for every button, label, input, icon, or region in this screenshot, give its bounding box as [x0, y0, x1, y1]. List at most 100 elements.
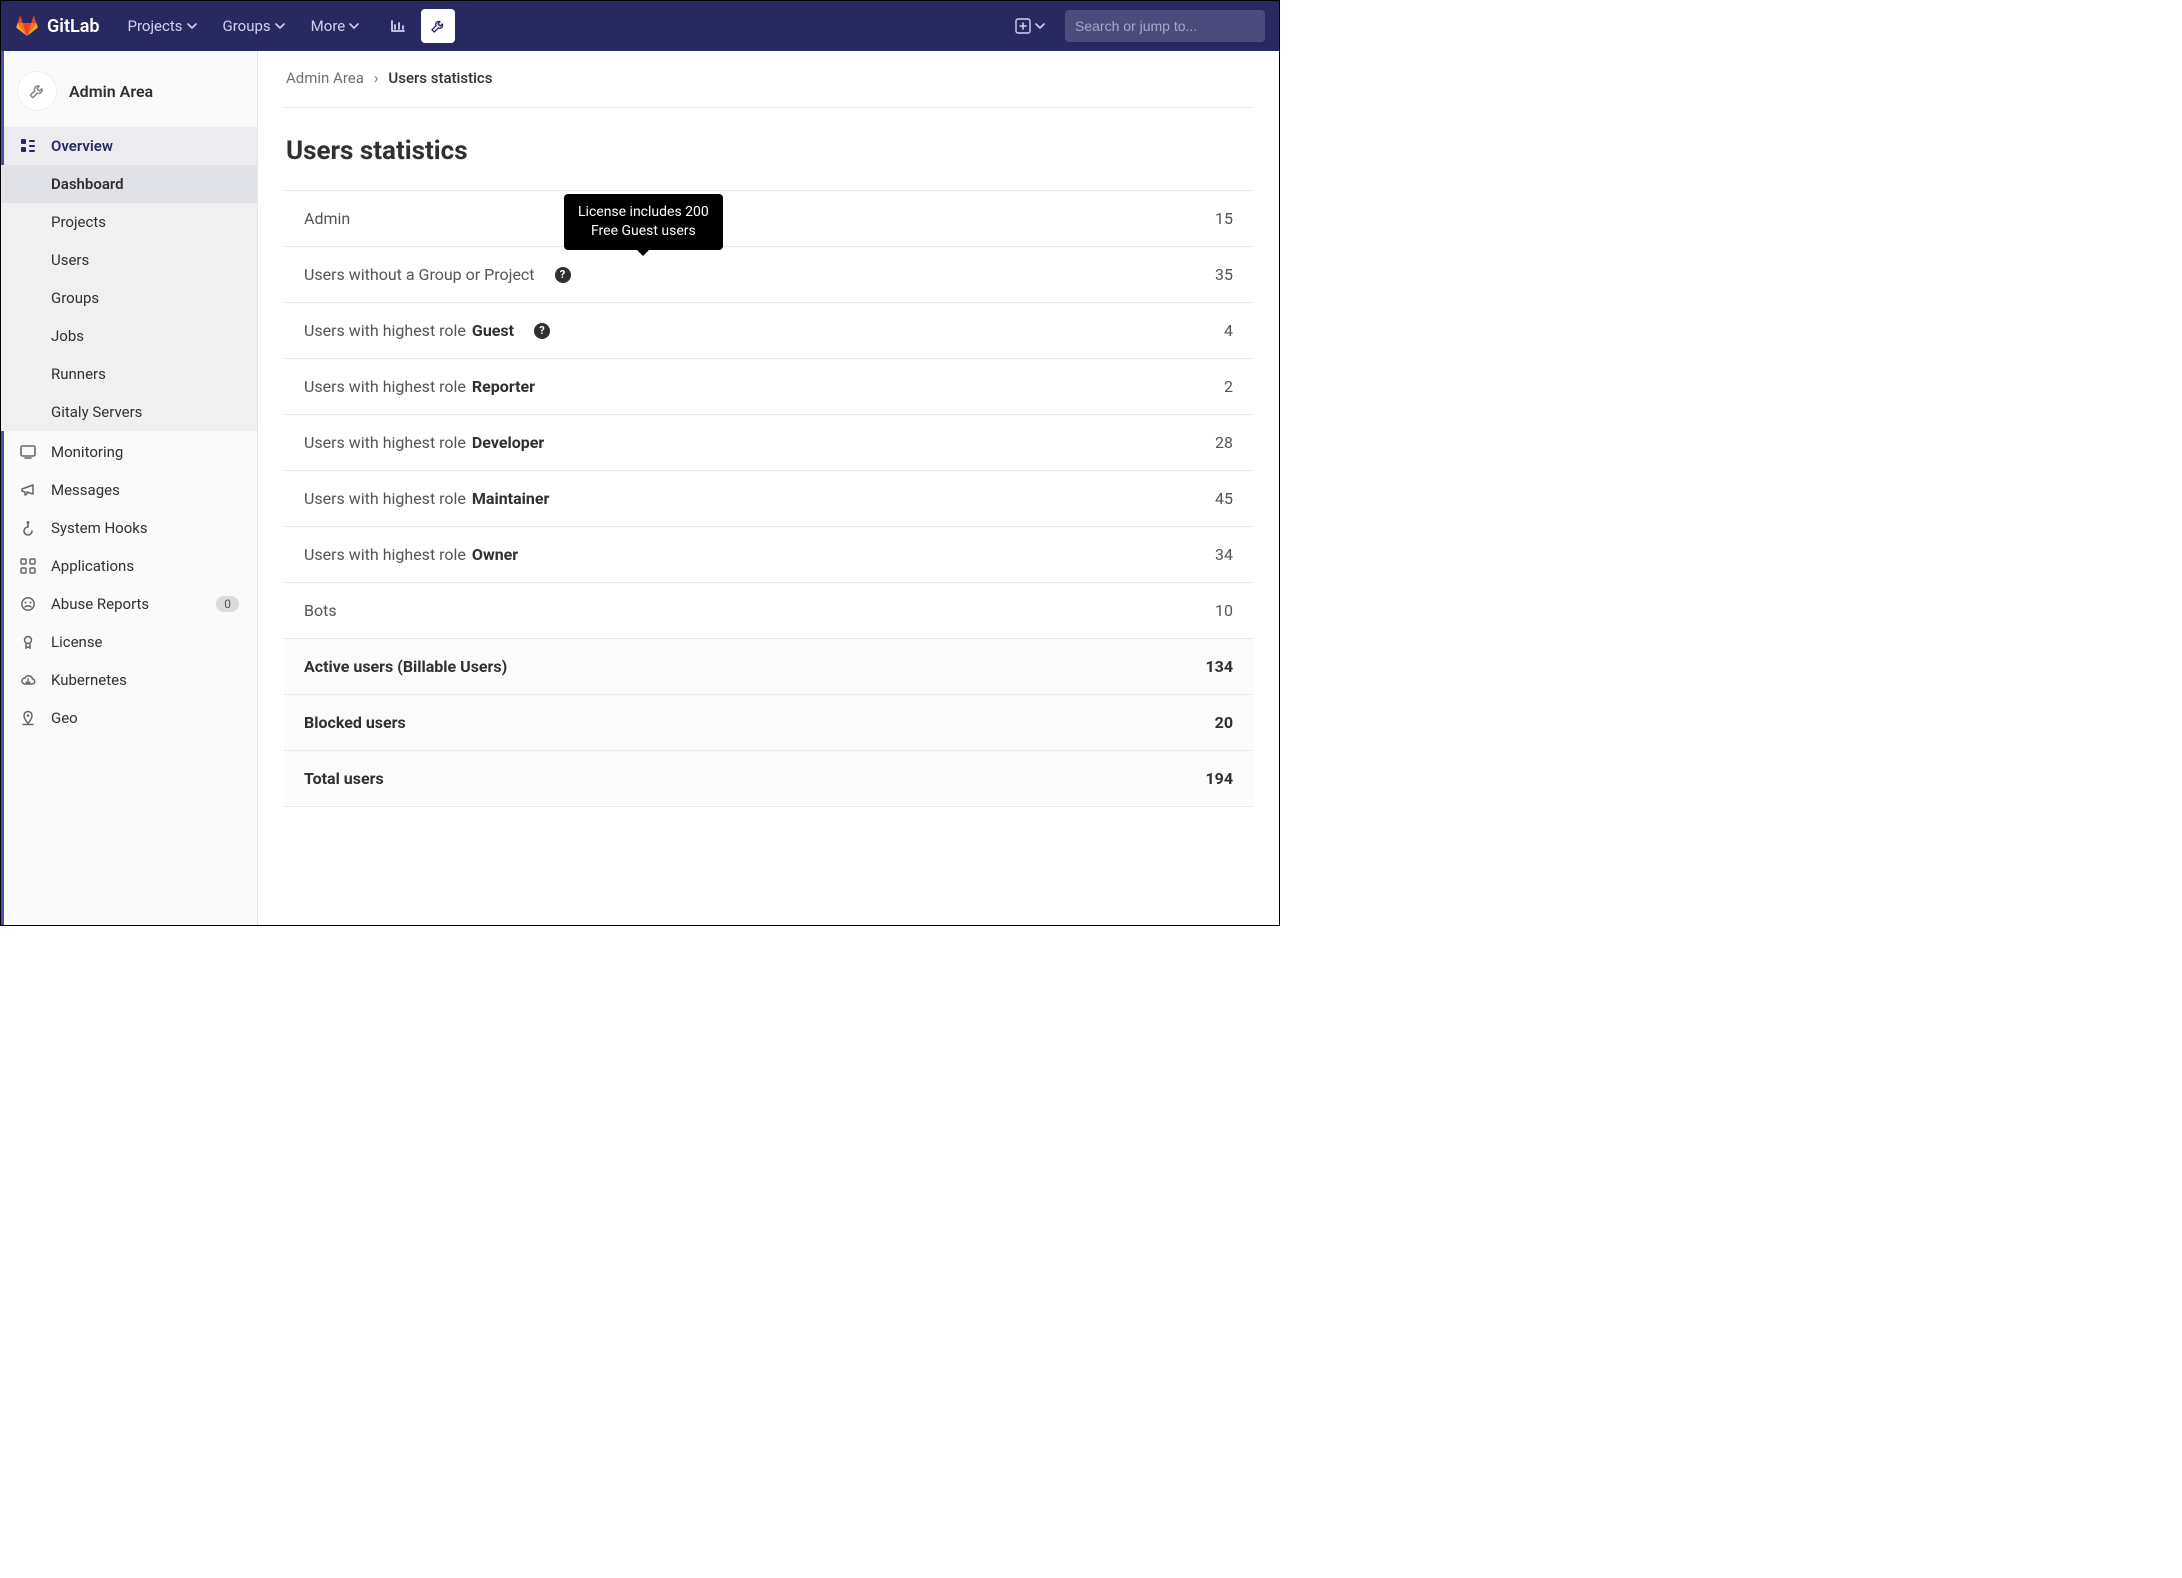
- sidebar-sub-groups[interactable]: Groups: [1, 279, 257, 317]
- nav-new-button[interactable]: [1009, 14, 1051, 38]
- sidebar-sub-projects[interactable]: Projects: [1, 203, 257, 241]
- nav-admin-icon[interactable]: [421, 9, 455, 43]
- sidebar-item-license[interactable]: License: [1, 623, 257, 661]
- stat-label-role: Developer: [472, 433, 544, 452]
- sidebar-sub-label: Dashboard: [51, 175, 124, 193]
- stat-label-role: Guest: [472, 321, 514, 340]
- chevron-down-icon: [187, 21, 197, 31]
- sidebar-item-messages[interactable]: Messages: [1, 471, 257, 509]
- breadcrumb-root[interactable]: Admin Area: [286, 69, 364, 87]
- stat-row-admin: Admin 15: [284, 191, 1253, 247]
- sidebar-sub-dashboard[interactable]: Dashboard: [1, 165, 257, 203]
- brand-logo[interactable]: GitLab: [15, 14, 100, 38]
- wrench-icon: [429, 17, 447, 35]
- stat-label: Bots: [304, 601, 337, 620]
- stats-table: Admin 15 Users without a Group or Projec…: [284, 190, 1253, 807]
- tooltip: License includes 200 Free Guest users: [564, 194, 723, 250]
- overview-icon: [19, 137, 37, 155]
- nav-groups-label: Groups: [223, 17, 271, 35]
- sidebar-header[interactable]: Admin Area: [1, 61, 257, 125]
- help-icon[interactable]: ?: [555, 267, 571, 283]
- chart-icon: [389, 17, 407, 35]
- stat-label: Users with highest role Developer: [304, 433, 544, 452]
- sidebar-sub-label: Runners: [51, 365, 106, 383]
- sidebar-item-label: Applications: [51, 557, 134, 575]
- chevron-down-icon: [1035, 21, 1045, 31]
- stat-label-role: Owner: [472, 545, 518, 564]
- sidebar-item-applications[interactable]: Applications: [1, 547, 257, 585]
- stat-row-reporter: Users with highest role Reporter 2: [284, 359, 1253, 415]
- stat-row-maintainer: Users with highest role Maintainer 45: [284, 471, 1253, 527]
- sidebar-item-label: Monitoring: [51, 443, 123, 461]
- stat-label: Users with highest role Maintainer: [304, 489, 549, 508]
- stat-label-text: Users without a Group or Project: [304, 265, 535, 284]
- sidebar-sub-gitaly[interactable]: Gitaly Servers: [1, 393, 257, 431]
- stat-label: Total users: [304, 769, 384, 788]
- stat-row-owner: Users with highest role Owner 34: [284, 527, 1253, 583]
- breadcrumb: Admin Area › Users statistics: [284, 51, 1253, 108]
- top-nav: GitLab Projects Groups More: [1, 1, 1279, 51]
- stat-value: 134: [1205, 657, 1233, 676]
- sidebar-item-overview[interactable]: Overview: [1, 127, 257, 165]
- nav-groups[interactable]: Groups: [213, 11, 295, 41]
- bullhorn-icon: [19, 481, 37, 499]
- stat-label: Users with highest role Reporter: [304, 377, 535, 396]
- stat-value: 35: [1215, 265, 1233, 284]
- sidebar-item-monitoring[interactable]: Monitoring: [1, 433, 257, 471]
- sidebar-item-system-hooks[interactable]: System Hooks: [1, 509, 257, 547]
- sidebar-title: Admin Area: [69, 82, 153, 101]
- stat-value: 34: [1215, 545, 1233, 564]
- nav-projects[interactable]: Projects: [118, 11, 207, 41]
- help-icon[interactable]: ?: [534, 323, 550, 339]
- tooltip-line: Free Guest users: [591, 223, 696, 239]
- sidebar-item-geo[interactable]: Geo: [1, 699, 257, 737]
- stat-label: Users with highest role Guest ?: [304, 321, 550, 340]
- chevron-down-icon: [275, 21, 285, 31]
- stat-value: 2: [1224, 377, 1233, 396]
- stat-label-prefix: Users with highest role: [304, 377, 466, 396]
- plus-icon: [1015, 18, 1031, 34]
- stat-row-active: Active users (Billable Users) 134: [284, 639, 1253, 695]
- nav-more-label: More: [311, 17, 346, 35]
- stat-label-prefix: Users with highest role: [304, 545, 466, 564]
- sidebar-item-kubernetes[interactable]: Kubernetes: [1, 661, 257, 699]
- page-title: Users statistics: [286, 136, 1251, 166]
- stat-row-total: Total users 194: [284, 751, 1253, 807]
- sidebar: Admin Area Overview Dashboard Projects U…: [1, 51, 258, 925]
- hook-icon: [19, 519, 37, 537]
- sidebar-item-label: Messages: [51, 481, 120, 499]
- sidebar-sub-runners[interactable]: Runners: [1, 355, 257, 393]
- stat-value: 45: [1215, 489, 1233, 508]
- stat-row-nogroup: Users without a Group or Project ? Licen…: [284, 247, 1253, 303]
- stat-row-developer: Users with highest role Developer 28: [284, 415, 1253, 471]
- stat-label-role: Reporter: [472, 377, 535, 396]
- sidebar-item-label: System Hooks: [51, 519, 148, 537]
- sidebar-sub-label: Projects: [51, 213, 106, 231]
- stat-label: Blocked users: [304, 713, 406, 732]
- brand-text: GitLab: [47, 16, 100, 37]
- main-content: Admin Area › Users statistics Users stat…: [258, 51, 1279, 925]
- abuse-icon: [19, 595, 37, 613]
- nav-projects-label: Projects: [128, 17, 183, 35]
- stat-value: 28: [1215, 433, 1233, 452]
- stat-label: Admin: [304, 209, 350, 228]
- stat-label: Active users (Billable Users): [304, 657, 507, 676]
- cloud-icon: [19, 671, 37, 689]
- sidebar-item-label: Overview: [51, 137, 113, 155]
- search-input[interactable]: [1075, 18, 1255, 34]
- sidebar-sub-jobs[interactable]: Jobs: [1, 317, 257, 355]
- stat-value: 4: [1224, 321, 1233, 340]
- sidebar-sub-users[interactable]: Users: [1, 241, 257, 279]
- nav-more[interactable]: More: [301, 11, 370, 41]
- sidebar-overview-section: Overview Dashboard Projects Users Groups…: [1, 125, 257, 433]
- abuse-badge: 0: [216, 596, 239, 612]
- app-frame: GitLab Projects Groups More: [0, 0, 1280, 926]
- nav-activity-icon[interactable]: [381, 9, 415, 43]
- sidebar-sub-label: Jobs: [51, 327, 84, 345]
- search-box[interactable]: [1065, 10, 1265, 42]
- sidebar-item-label: License: [51, 633, 103, 651]
- sidebar-item-label: Kubernetes: [51, 671, 127, 689]
- sidebar-item-abuse[interactable]: Abuse Reports 0: [1, 585, 257, 623]
- sidebar-item-label: Abuse Reports: [51, 595, 149, 613]
- stat-value: 10: [1215, 601, 1233, 620]
